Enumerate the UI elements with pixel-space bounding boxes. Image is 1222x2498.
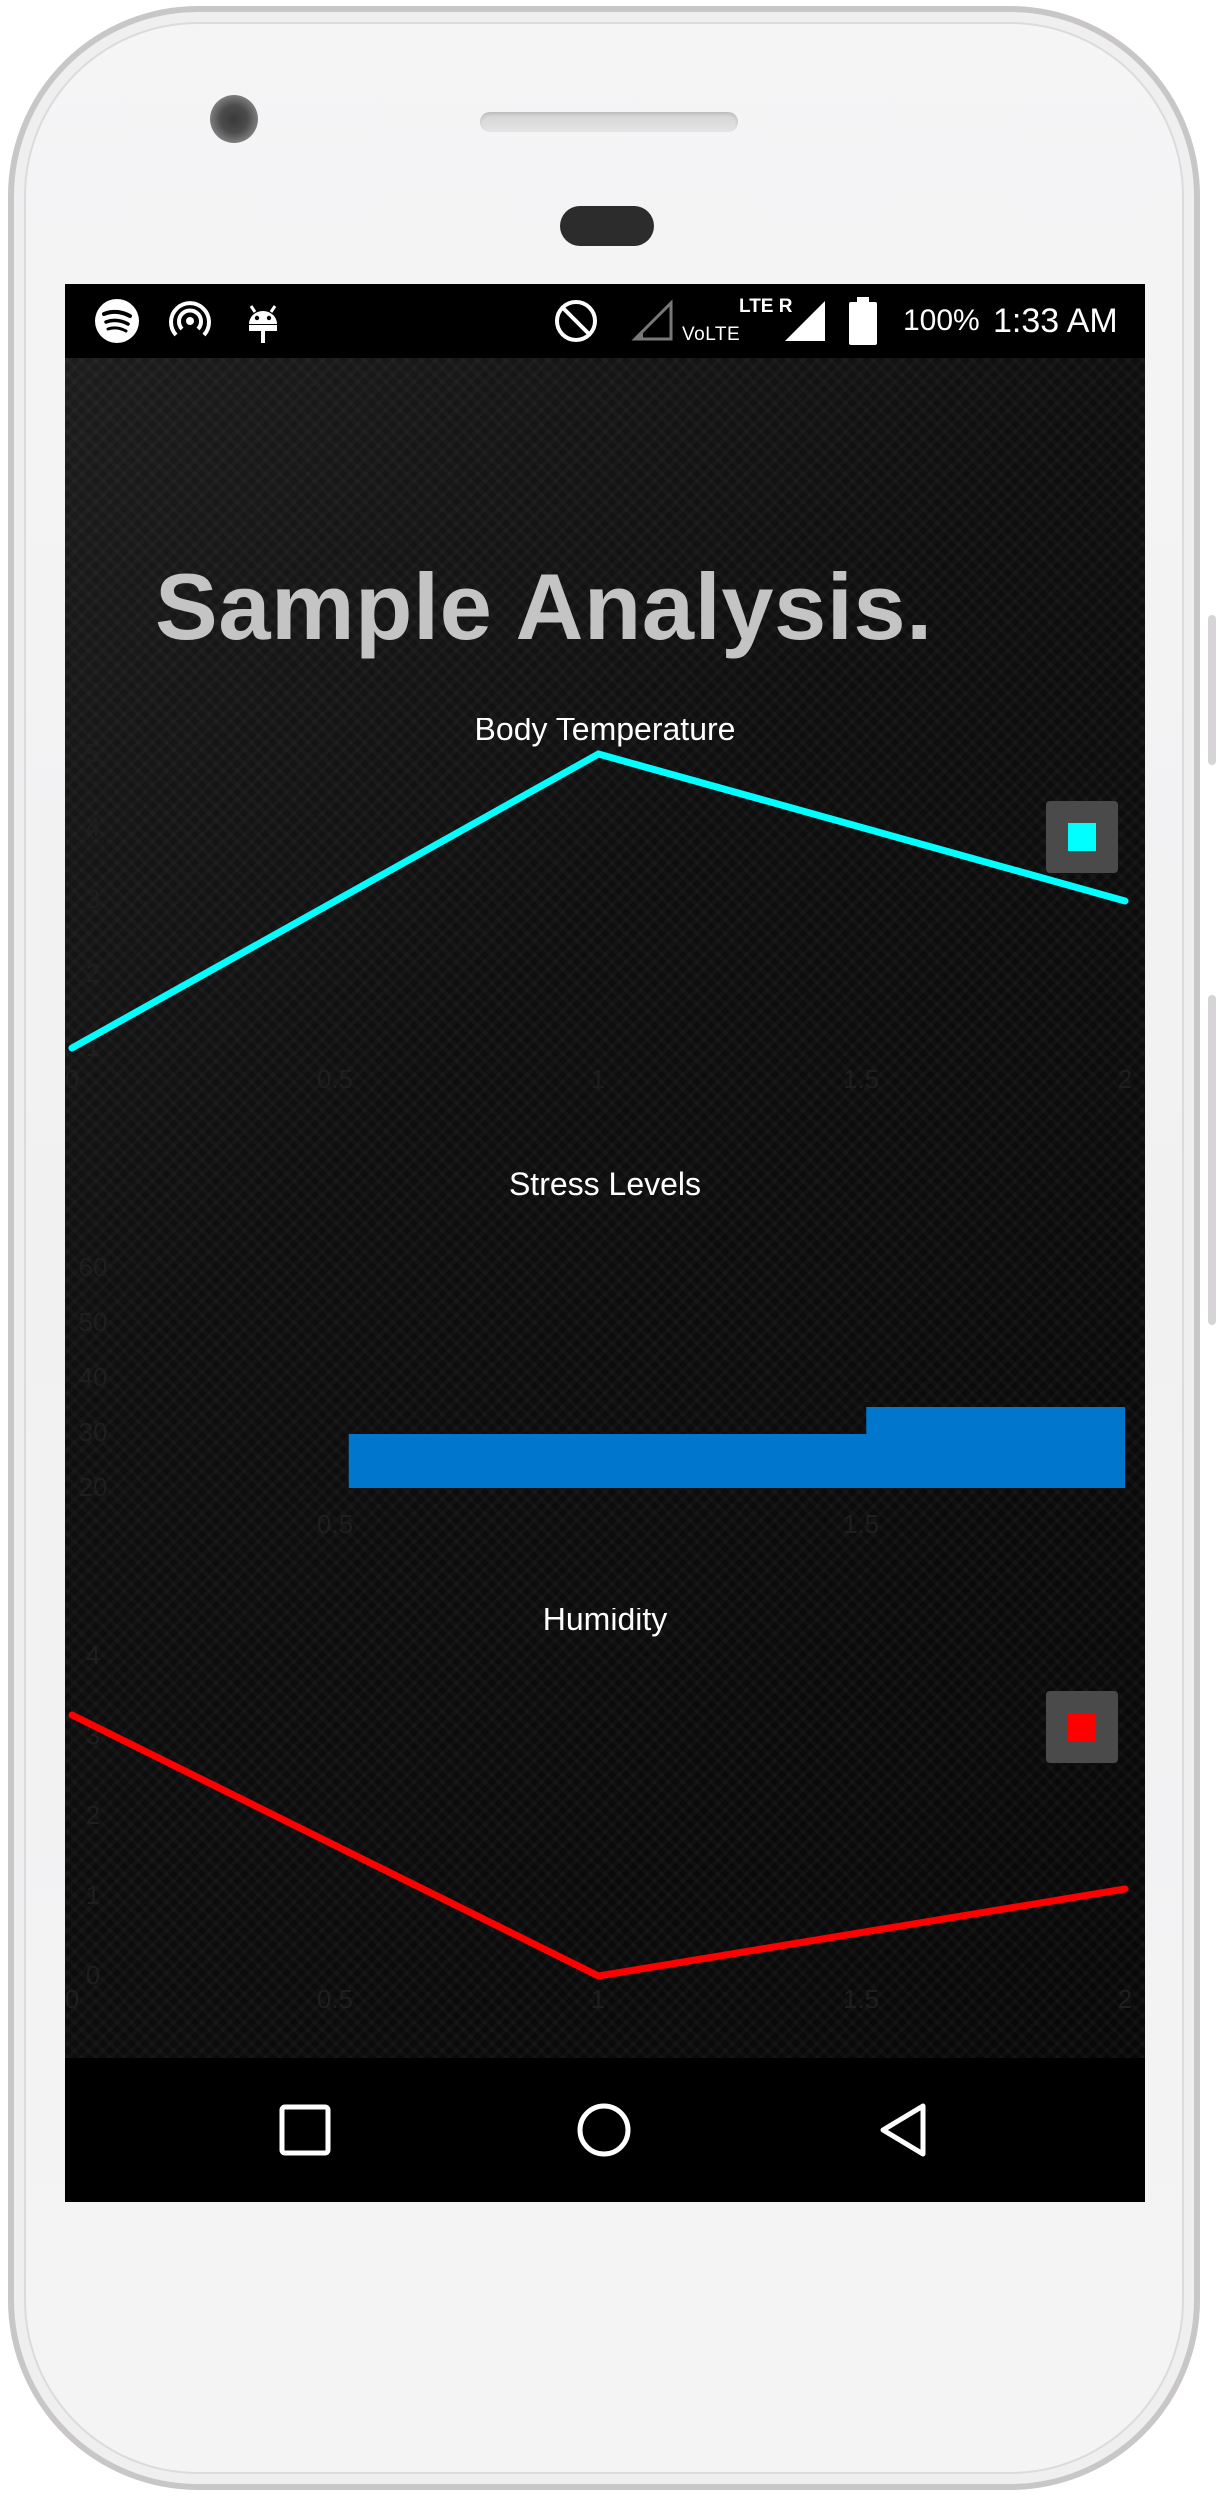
stress-levels-x-tick: 1.5 — [843, 1509, 879, 1539]
body-temperature-x-tick: 1.5 — [843, 1064, 879, 1094]
humidity-legend — [1046, 1691, 1118, 1763]
humidity-x-tick: 1 — [591, 1984, 605, 2014]
proximity-sensor — [560, 206, 654, 246]
recents-button[interactable] — [265, 2094, 345, 2166]
page-title: Sample Analysis. — [155, 554, 933, 659]
humidity-point — [71, 1714, 73, 1716]
body-temperature-point — [1124, 900, 1126, 902]
hotspot-icon — [167, 284, 213, 358]
do-not-disturb-icon — [553, 284, 599, 358]
humidity-y-tick: 1 — [86, 1880, 100, 1910]
body-temperature-legend — [1046, 801, 1118, 873]
body-temperature-svg: Body Temperature123450 0.5 1 1.5 2 — [65, 718, 1132, 1094]
stress-levels-area — [90, 1407, 1125, 1488]
body-temperature-x-tick: 1 — [591, 1064, 605, 1094]
stress-levels-x-tick: 0.5 — [317, 1509, 353, 1539]
navigation-bar — [65, 2058, 1145, 2202]
stress-levels-y-tick: 50 — [79, 1307, 108, 1337]
body-temperature-y-tick: 5 — [86, 738, 100, 768]
humidity-y-tick: 0 — [86, 1960, 100, 1990]
signal-empty-icon — [631, 284, 675, 358]
body-temperature-point — [597, 753, 600, 755]
humidity-x-tick: 0 — [65, 1984, 79, 2014]
earpiece-speaker — [480, 112, 738, 132]
power-button — [1208, 615, 1216, 765]
status-bar: VoLTE LTE R 100% 1:33 AM — [65, 284, 1145, 358]
body-temperature-line — [68, 750, 1129, 1052]
humidity-title: Humidity — [543, 1608, 667, 1637]
square-icon — [279, 2104, 331, 2156]
body-temperature-x-tick: 0 — [65, 1064, 79, 1094]
stress-levels-y-tick: 20 — [79, 1472, 108, 1502]
humidity-point — [1124, 1888, 1126, 1890]
humidity-line — [68, 1711, 1129, 1980]
humidity-chart: Humidity 0 1 2 3 4 0 0.5 1 1.5 2 — [65, 1608, 1145, 2058]
humidity-y-tick: 4 — [86, 1640, 100, 1670]
humidity-x-tick: 2 — [1118, 1984, 1132, 2014]
humidity-legend-swatch — [1068, 1713, 1096, 1741]
body-temperature-chart: Body Temperature 1 2 3 4 5 0 0.5 1 1.5 2 — [65, 718, 1145, 1138]
body-temperature-legend-swatch — [1068, 823, 1096, 851]
phone-frame: VoLTE LTE R 100% 1:33 AM Sample Analysis… — [0, 0, 1222, 2498]
body-temperature-x-tick: 0.5 — [317, 1064, 353, 1094]
humidity-x-tick: 1.5 — [843, 1984, 879, 2014]
body-temperature-y-tick: 3 — [86, 884, 100, 914]
back-button[interactable] — [863, 2094, 943, 2166]
body-temperature-y-tick: 2 — [86, 958, 100, 988]
back-triangle-icon — [880, 2103, 926, 2157]
stress-levels-y-tick: 30 — [79, 1417, 108, 1447]
humidity-svg: Humidity012340 0.5 1 1.5 2 — [65, 1608, 1132, 2014]
stress-levels-title: Stress Levels — [509, 1166, 701, 1202]
battery-percent: 100% — [903, 304, 980, 337]
stress-levels-svg: Stress Levels 20 30 40 50 60 0.5 1.5 — [79, 1166, 1125, 1539]
home-button[interactable] — [564, 2094, 644, 2166]
android-debug-icon — [245, 284, 281, 358]
circle-icon — [577, 2103, 631, 2157]
body-temperature-x-tick: 2 — [1118, 1064, 1132, 1094]
stress-levels-y-tick: 60 — [79, 1252, 108, 1282]
front-camera — [210, 95, 258, 143]
volume-button — [1208, 995, 1216, 1325]
body-temperature-y-tick: 4 — [86, 812, 100, 842]
signal-full-icon — [783, 284, 827, 358]
volte-label: VoLTE — [682, 324, 741, 345]
body-temperature-title: Body Temperature — [475, 718, 736, 747]
clock: 1:33 AM — [993, 301, 1118, 340]
humidity-x-tick: 0.5 — [317, 1984, 353, 2014]
spotify-icon — [93, 284, 141, 358]
stress-levels-y-tick: 40 — [79, 1362, 108, 1392]
body-temperature-point — [71, 1047, 73, 1049]
humidity-y-tick: 2 — [86, 1800, 100, 1830]
humidity-point — [597, 1975, 600, 1977]
battery-icon — [846, 284, 880, 358]
screen: VoLTE LTE R 100% 1:33 AM Sample Analysis… — [65, 284, 1145, 2202]
stress-levels-chart: Stress Levels 20 30 40 50 60 0.5 1.5 — [65, 1163, 1145, 1583]
analysis-screen: Sample Analysis. Body Temperature 1 2 3 4 5 0 0… — [65, 358, 1145, 2058]
